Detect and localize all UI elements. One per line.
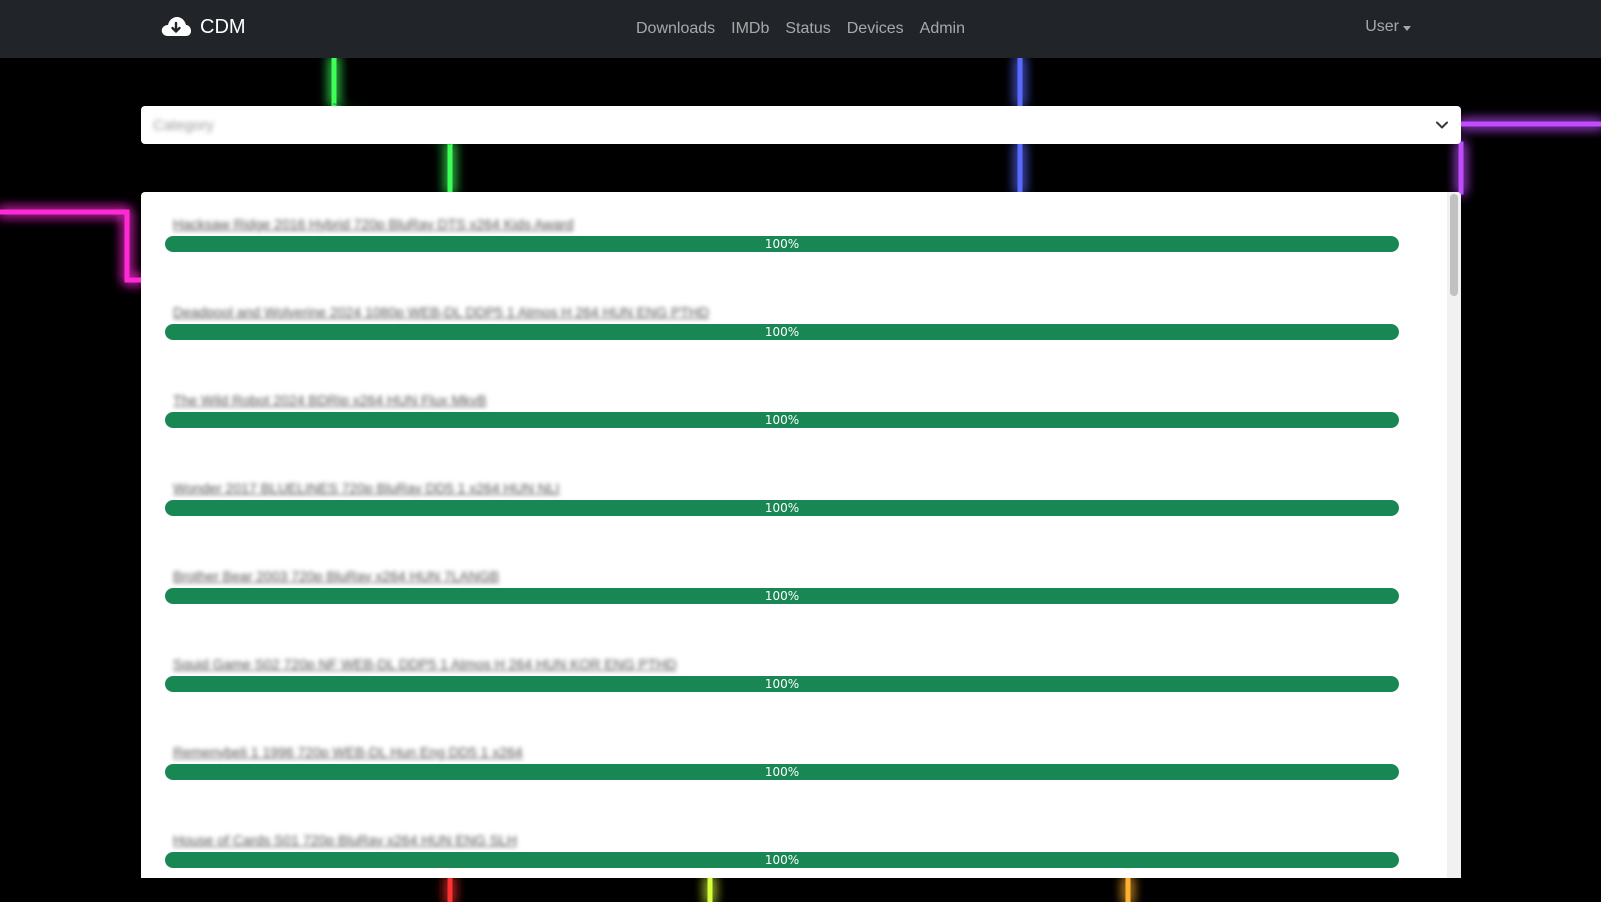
nav-status[interactable]: Status	[777, 20, 838, 38]
download-title[interactable]: Wonder 2017 BLUELINES 720p BluRay DD5 1 …	[173, 480, 560, 502]
progress-bar: 100%	[165, 236, 1399, 252]
nav-links: Downloads IMDb Status Devices Admin	[0, 0, 1601, 58]
progress-fill: 100%	[165, 588, 1399, 604]
nav-devices[interactable]: Devices	[839, 20, 912, 38]
progress-fill: 100%	[165, 676, 1399, 692]
nav-imdb[interactable]: IMDb	[723, 20, 777, 38]
nav-admin[interactable]: Admin	[912, 20, 973, 38]
progress-bar: 100%	[165, 500, 1399, 516]
progress-bar: 100%	[165, 764, 1399, 780]
progress-fill: 100%	[165, 500, 1399, 516]
chevron-down-icon	[1436, 121, 1448, 129]
progress-bar: 100%	[165, 676, 1399, 692]
list-scrollbar[interactable]	[1447, 192, 1461, 878]
download-title[interactable]: Deadpool and Wolverine 2024 1080p WEB-DL…	[173, 304, 709, 326]
progress-bar: 100%	[165, 324, 1399, 340]
category-placeholder: Category	[153, 116, 214, 134]
top-navbar: CDM Downloads IMDb Status Devices Admin …	[0, 0, 1601, 58]
user-dropdown[interactable]: User	[1365, 18, 1411, 36]
download-title[interactable]: House of Cards S01 720p BluRay x264 HUN …	[173, 832, 517, 854]
download-title[interactable]: The Wild Robot 2024 BDRip x264 HUN Flux …	[173, 392, 487, 414]
progress-bar: 100%	[165, 588, 1399, 604]
downloads-list: Hacksaw Ridge 2016 Hybrid 720p BluRay DT…	[141, 192, 1461, 878]
download-title[interactable]: Squid Game S02 720p NF WEB-DL DDP5 1 Atm…	[173, 656, 677, 678]
progress-fill: 100%	[165, 852, 1399, 868]
scrollbar-thumb[interactable]	[1450, 194, 1458, 296]
progress-fill: 100%	[165, 236, 1399, 252]
category-select[interactable]: Category	[141, 106, 1461, 144]
nav-downloads[interactable]: Downloads	[628, 20, 723, 38]
download-title[interactable]: Remenybeli 1 1996 720p WEB-DL Hun Eng DD…	[173, 744, 523, 766]
progress-fill: 100%	[165, 764, 1399, 780]
progress-bar: 100%	[165, 412, 1399, 428]
user-label: User	[1365, 18, 1399, 35]
caret-down-icon	[1403, 25, 1411, 31]
progress-fill: 100%	[165, 324, 1399, 340]
download-title[interactable]: Hacksaw Ridge 2016 Hybrid 720p BluRay DT…	[173, 216, 574, 238]
download-title[interactable]: Brother Bear 2003 720p BluRay x264 HUN 7…	[173, 568, 499, 590]
progress-fill: 100%	[165, 412, 1399, 428]
progress-bar: 100%	[165, 852, 1399, 868]
